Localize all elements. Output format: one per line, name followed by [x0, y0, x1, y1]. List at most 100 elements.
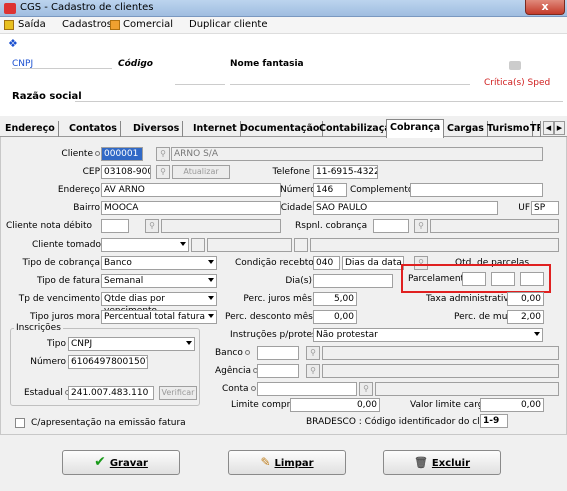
- uf-input[interactable]: SP: [531, 201, 559, 215]
- cnpj-field[interactable]: [12, 68, 112, 69]
- desconto-input[interactable]: 0,00: [313, 310, 357, 324]
- parcelamento-3[interactable]: [520, 272, 544, 286]
- bairro-input[interactable]: MOOCA: [101, 201, 281, 215]
- numero-insc-label: Número: [30, 357, 66, 367]
- taxa-input[interactable]: 0,00: [507, 292, 544, 306]
- printer-icon: [509, 61, 521, 70]
- dias-input[interactable]: [313, 274, 393, 288]
- exit-icon: [4, 20, 14, 30]
- critica-link[interactable]: Crítica(s) Sped: [484, 78, 550, 88]
- endereco-label: Endereço: [57, 185, 100, 195]
- menu-cadastros[interactable]: Cadastros: [62, 19, 112, 30]
- binoculars-icon[interactable]: ⚲: [306, 364, 320, 378]
- codigo-label: Código: [118, 59, 153, 69]
- tab-scroll-left[interactable]: ◀: [543, 121, 554, 135]
- fantasia-field[interactable]: [230, 84, 470, 85]
- bradesco-input[interactable]: 1-9: [480, 414, 508, 428]
- pin-icon: [244, 350, 250, 355]
- tab-cargas[interactable]: Cargas: [444, 121, 488, 137]
- window-title: CGS - Cadastro de clientes: [20, 2, 154, 13]
- gravar-button[interactable]: ✔ Gravar: [62, 450, 180, 475]
- cep-label: CEP: [82, 167, 100, 177]
- parcelamento-1[interactable]: [462, 272, 486, 286]
- condicao-code[interactable]: 040: [313, 256, 340, 270]
- parcelamento-2[interactable]: [491, 272, 515, 286]
- tab-endereco[interactable]: Endereço: [2, 121, 59, 137]
- banco-name: [322, 346, 559, 360]
- banco-input[interactable]: [257, 346, 299, 360]
- apresentacao-checkbox[interactable]: [15, 418, 25, 428]
- tomador-select[interactable]: [101, 238, 189, 252]
- broom-icon: ✎: [260, 455, 271, 469]
- tipo-juros-value: Percentual total fatura: [104, 312, 206, 322]
- tomador-extra2: [294, 238, 308, 252]
- condicao-name: Dias da data: [342, 256, 404, 270]
- telefone-input[interactable]: 11-6915-4322: [313, 165, 378, 179]
- rspnl-input[interactable]: [373, 219, 409, 233]
- tipo-value: CNPJ: [71, 339, 93, 349]
- binoculars-icon[interactable]: ⚲: [145, 219, 159, 233]
- compass-icon: ❖: [8, 37, 18, 50]
- trash-icon: 🗑: [413, 456, 428, 469]
- excluir-button[interactable]: 🗑 Excluir: [383, 450, 501, 475]
- tomador-extra: [191, 238, 205, 252]
- tab-documentacao[interactable]: Documentação: [237, 121, 324, 137]
- agencia-label: Agência: [215, 366, 259, 376]
- atualizar-button[interactable]: Atualizar: [172, 165, 230, 179]
- conta-label: Conta: [222, 384, 256, 394]
- binoculars-icon[interactable]: ⚲: [359, 382, 373, 396]
- cliente-label: Cliente: [40, 149, 100, 159]
- tab-contatos[interactable]: Contatos: [66, 121, 121, 137]
- cep-input[interactable]: 03108-900: [101, 165, 151, 179]
- numero-input[interactable]: 146: [313, 183, 347, 197]
- verificar-button[interactable]: Verificar: [159, 386, 197, 400]
- complemento-input[interactable]: [410, 183, 543, 197]
- conta-input[interactable]: [257, 382, 357, 396]
- desconto-label: Perc. desconto mês: [225, 312, 313, 322]
- menu-bar: Saída Cadastros Comercial Duplicar clien…: [0, 17, 567, 34]
- cliente-code[interactable]: 000001: [101, 147, 143, 161]
- tab-turismo[interactable]: Turismo: [484, 121, 534, 137]
- binoculars-icon[interactable]: ⚲: [156, 147, 170, 161]
- tab-internet[interactable]: Internet: [190, 121, 241, 137]
- rspnl-label: Rspnl. cobrança: [295, 221, 368, 231]
- valor-limite-input[interactable]: 0,00: [480, 398, 544, 412]
- title-bar: CGS - Cadastro de clientes x: [0, 0, 567, 17]
- binoculars-icon[interactable]: ⚲: [306, 346, 320, 360]
- instrucoes-select[interactable]: Não protestar: [313, 328, 543, 342]
- complemento-label: Complemento: [350, 185, 414, 195]
- menu-duplicar[interactable]: Duplicar cliente: [189, 19, 267, 30]
- menu-comercial[interactable]: Comercial: [123, 19, 173, 30]
- tab-scroll-right[interactable]: ▶: [554, 121, 565, 135]
- dias-label: Dia(s): [285, 276, 312, 286]
- tab-diversos[interactable]: Diversos: [130, 121, 184, 137]
- limite-input[interactable]: 0,00: [290, 398, 380, 412]
- limpar-button[interactable]: ✎ Limpar: [228, 450, 346, 475]
- endereco-input[interactable]: AV ARNO: [101, 183, 281, 197]
- estadual-label: Estadual: [24, 388, 70, 398]
- estadual-input[interactable]: 241.007.483.110: [68, 386, 154, 400]
- agencia-input[interactable]: [257, 364, 299, 378]
- multa-input[interactable]: 2,00: [507, 310, 544, 324]
- binoculars-icon[interactable]: ⚲: [156, 165, 170, 179]
- close-button[interactable]: x: [525, 0, 565, 15]
- vencimento-select[interactable]: Qtde dias por vencimento: [101, 292, 217, 316]
- numero-label: Número: [280, 185, 316, 195]
- tomador-name: [207, 238, 292, 252]
- codigo-field[interactable]: [175, 84, 225, 85]
- banco-label: Banco: [215, 348, 250, 358]
- menu-saida[interactable]: Saída: [18, 19, 46, 30]
- limite-label: Limite compra: [231, 400, 296, 410]
- tipo-cobranca-select[interactable]: Banco: [101, 256, 217, 270]
- tipo-select[interactable]: CNPJ: [68, 337, 195, 351]
- tab-cobranca[interactable]: Cobrança: [386, 119, 445, 138]
- tipo-juros-select[interactable]: Percentual total fatura: [101, 310, 217, 324]
- binoculars-icon[interactable]: ⚲: [414, 219, 428, 233]
- juros-mes-input[interactable]: 5,00: [313, 292, 357, 306]
- razao-field[interactable]: [75, 101, 563, 102]
- cidade-input[interactable]: SAO PAULO: [313, 201, 498, 215]
- tab-trr[interactable]: TRR: [527, 121, 541, 137]
- nota-debito-input[interactable]: [101, 219, 129, 233]
- tipo-fatura-select[interactable]: Semanal: [101, 274, 217, 288]
- numero-insc-input[interactable]: 61064978001507: [68, 355, 148, 369]
